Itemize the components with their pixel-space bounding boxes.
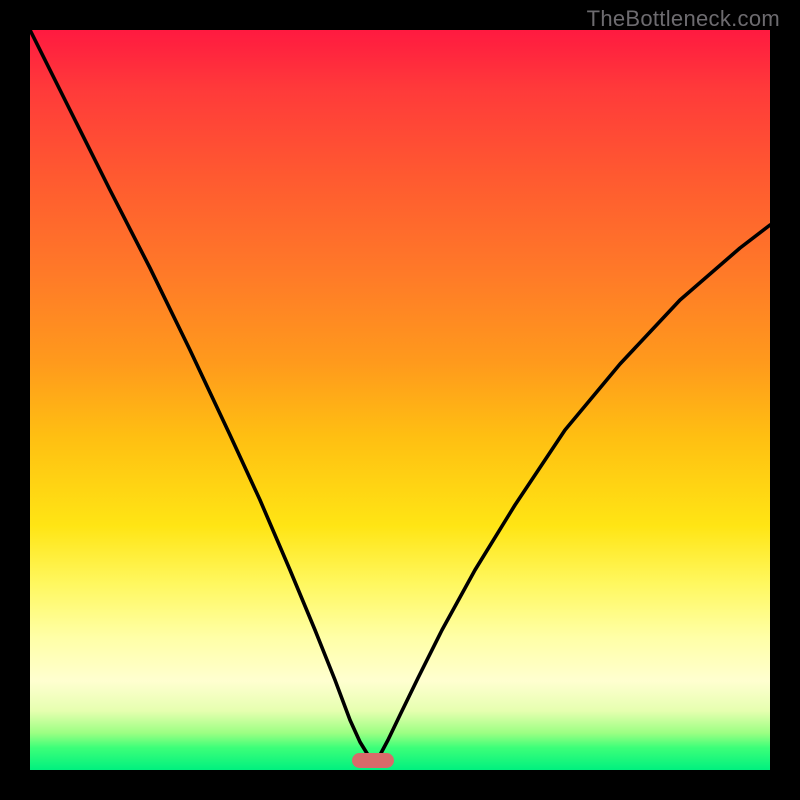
bottleneck-marker: [352, 753, 394, 768]
left-curve: [30, 30, 374, 765]
chart-frame: [30, 30, 770, 770]
right-curve: [374, 225, 770, 765]
watermark-text: TheBottleneck.com: [587, 6, 780, 32]
chart-curves: [30, 30, 770, 770]
